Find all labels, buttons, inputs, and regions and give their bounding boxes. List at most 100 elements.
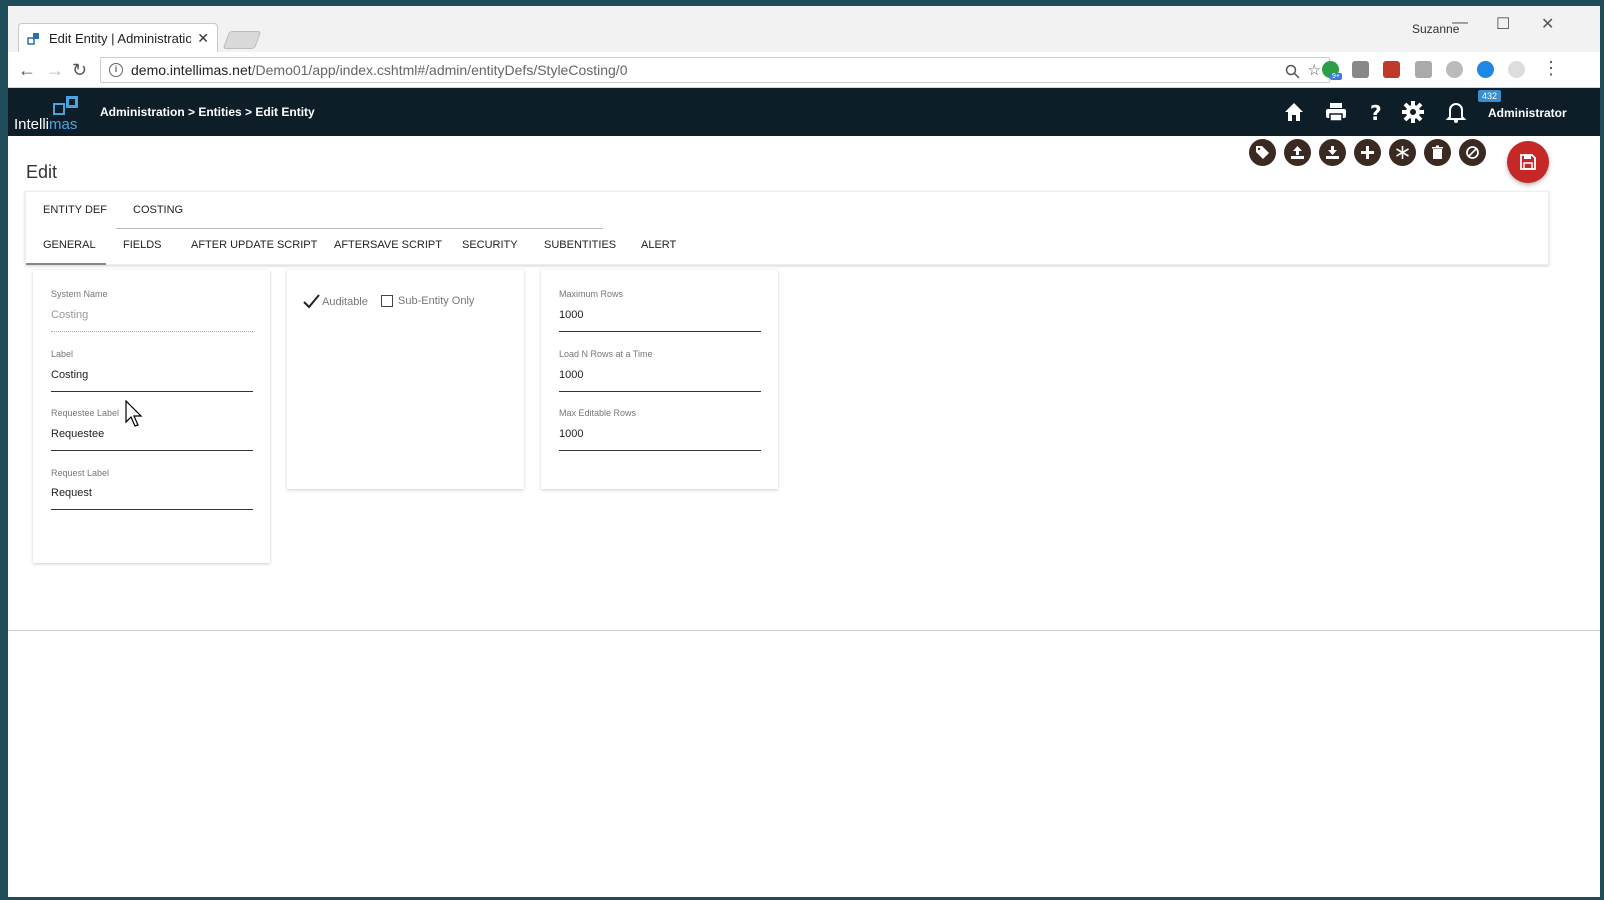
tab-costing[interactable]: COSTING — [133, 204, 183, 216]
chrome-menu-icon[interactable]: ⋮ — [1542, 58, 1560, 79]
url-path: /Demo01/app/index.cshtml#/admin/entityDe… — [251, 62, 628, 78]
system-name-underline — [51, 331, 253, 332]
tab-fields[interactable]: FIELDS — [123, 239, 162, 251]
upload-icon — [1291, 146, 1304, 159]
notification-count-badge: 432 — [1478, 90, 1502, 102]
address-bar[interactable]: i demo.intellimas.net/Demo01/app/index.c… — [100, 57, 1330, 83]
user-menu[interactable]: Administrator — [1488, 106, 1567, 120]
close-tab-icon[interactable]: ✕ — [197, 30, 209, 47]
extension-grammar-icon[interactable] — [1415, 61, 1432, 78]
requestee-underline — [51, 450, 253, 451]
extension-badge: 9+ — [1330, 73, 1342, 80]
intellimas-logo[interactable]: Intellimas — [14, 92, 94, 134]
cancel-button[interactable] — [1459, 139, 1486, 166]
notification-bell-icon[interactable] — [1444, 100, 1468, 124]
tabs-card: ENTITY DEF COSTING GENERAL FIELDS AFTER … — [25, 191, 1549, 265]
main-content: Edit ENTITY DEF COSTING GENERAL FIELDS A… — [8, 136, 1600, 897]
request-underline — [51, 509, 253, 510]
ban-icon — [1466, 146, 1479, 159]
max-editable-rows-underline — [559, 450, 761, 451]
delete-button[interactable] — [1424, 139, 1451, 166]
content-divider — [8, 630, 1600, 631]
load-n-rows-field[interactable]: 1000 — [559, 369, 583, 381]
back-icon[interactable]: ← — [18, 60, 36, 81]
download-icon — [1326, 146, 1339, 159]
plus-icon — [1361, 146, 1374, 159]
logo-text-a: Intelli — [14, 116, 50, 133]
extension-globe-icon[interactable] — [1446, 61, 1463, 78]
load-n-rows-label: Load N Rows at a Time — [559, 349, 653, 359]
rows-panel: Maximum Rows 1000 Load N Rows at a Time … — [541, 270, 778, 489]
sub-entity-only-checkbox[interactable]: Sub-Entity Only — [381, 295, 474, 307]
auditable-label: Auditable — [322, 295, 368, 308]
save-button[interactable] — [1507, 141, 1549, 183]
app-favicon-icon — [27, 32, 41, 46]
app-header: Intellimas Administration > Entities > E… — [8, 88, 1600, 136]
settings-gear-icon[interactable] — [1401, 100, 1425, 124]
requestee-label-field[interactable]: Requestee — [51, 428, 104, 440]
download-button[interactable] — [1319, 139, 1346, 166]
extension-puzzle-icon[interactable] — [1352, 61, 1369, 78]
browser-tab-active[interactable]: Edit Entity | Administratio ✕ — [18, 23, 218, 53]
save-floppy-icon — [1520, 154, 1536, 170]
browser-window: Edit Entity | Administratio ✕ Suzanne — … — [8, 6, 1600, 897]
active-tab-indicator — [26, 263, 106, 265]
extension-lastpass-icon[interactable] — [1383, 61, 1400, 78]
logo-text-b: mas — [49, 116, 78, 133]
tab-subentities[interactable]: SUBENTITIES — [544, 239, 616, 251]
auditable-checkbox[interactable]: Auditable — [303, 294, 368, 309]
tab-security[interactable]: SECURITY — [462, 239, 518, 251]
checkbox-box — [381, 295, 393, 307]
tab-alert[interactable]: ALERT — [641, 239, 676, 251]
minimize-icon[interactable]: — — [1452, 14, 1468, 32]
max-editable-rows-field[interactable]: 1000 — [559, 428, 583, 440]
tag-button[interactable] — [1249, 139, 1276, 166]
max-editable-rows-label: Max Editable Rows — [559, 408, 637, 418]
print-icon[interactable] — [1324, 100, 1348, 124]
browser-toolbar: ← → ↻ i demo.intellimas.net/Demo01/app/i… — [8, 52, 1600, 88]
home-icon[interactable] — [1282, 100, 1306, 124]
svg-text:?: ? — [1370, 101, 1382, 124]
requestee-label-label: Requestee Label — [51, 408, 120, 418]
tab-aftersave-script[interactable]: AFTERSAVE SCRIPT — [334, 239, 442, 251]
label-underline — [51, 391, 253, 392]
browser-tab-title: Edit Entity | Administratio — [49, 31, 192, 46]
system-name-label: System Name — [51, 289, 108, 299]
upload-button[interactable] — [1284, 139, 1311, 166]
sub-entity-only-label: Sub-Entity Only — [398, 295, 475, 307]
tab-general[interactable]: GENERAL — [43, 239, 96, 251]
load-n-rows-underline — [559, 391, 761, 392]
page-title: Edit — [26, 162, 58, 182]
zoom-icon[interactable] — [1285, 64, 1300, 79]
browser-titlebar: Edit Entity | Administratio ✕ Suzanne — … — [8, 6, 1600, 53]
forward-icon[interactable]: → — [46, 60, 64, 81]
bookmark-star-icon[interactable]: ☆ — [1308, 62, 1321, 79]
help-icon[interactable]: ? — [1364, 100, 1388, 124]
max-rows-field[interactable]: 1000 — [559, 309, 583, 321]
system-name-field: Costing — [51, 309, 89, 321]
breadcrumb: Administration > Entities > Edit Entity — [100, 105, 315, 119]
max-rows-underline — [559, 331, 761, 332]
freeze-button[interactable] — [1389, 139, 1416, 166]
tab-entity-def[interactable]: ENTITY DEF — [43, 204, 107, 216]
maximize-icon[interactable]: ☐ — [1496, 14, 1510, 34]
label-field[interactable]: Costing — [51, 369, 88, 381]
request-label-field[interactable]: Request — [51, 487, 92, 499]
tab-divider — [116, 228, 603, 229]
extension-circle-icon[interactable] — [1477, 61, 1494, 78]
request-label-label: Request Label — [51, 468, 110, 478]
add-button[interactable] — [1354, 139, 1381, 166]
omnibox-actions: ☆ — [1285, 61, 1321, 79]
close-window-icon[interactable]: ✕ — [1541, 14, 1554, 34]
mouse-cursor-icon — [125, 400, 143, 427]
tab-after-update-script[interactable]: AFTER UPDATE SCRIPT — [191, 239, 317, 251]
general-fields-panel: System Name Costing Label Costing Reques… — [33, 270, 270, 563]
checkmark-icon — [303, 294, 320, 309]
extension-snow-icon[interactable] — [1508, 61, 1525, 78]
url-host: demo.intellimas.net — [131, 62, 252, 78]
reload-icon[interactable]: ↻ — [72, 60, 87, 81]
info-icon[interactable]: i — [109, 63, 123, 77]
flags-panel: Auditable Sub-Entity Only — [287, 270, 524, 489]
new-tab-button[interactable] — [222, 31, 262, 49]
label-field-label: Label — [51, 349, 74, 359]
